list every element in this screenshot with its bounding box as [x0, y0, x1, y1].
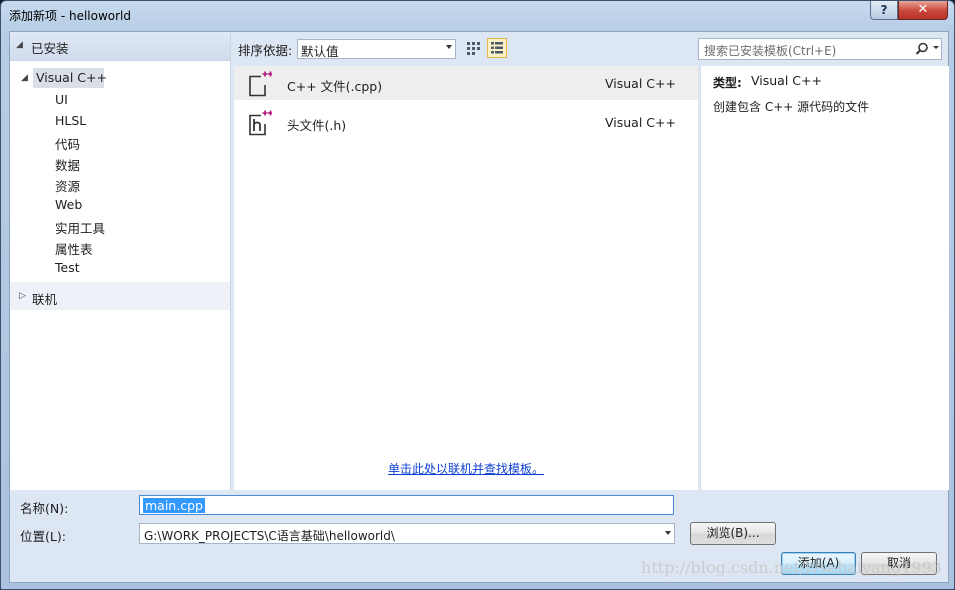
location-label: 位置(L):	[20, 529, 66, 544]
sort-value: 默认值	[301, 44, 339, 59]
template-language: Visual C++	[605, 115, 676, 130]
type-label: 类型:	[713, 76, 742, 90]
list-item[interactable]: C++ 文件(.cpp) Visual C++	[234, 66, 698, 100]
installed-header[interactable]: ◢ 已安装	[10, 32, 230, 61]
name-label: 名称(N):	[20, 501, 69, 516]
template-details: 类型: Visual C++ 创建包含 C++ 源代码的文件	[700, 66, 949, 490]
location-dropdown[interactable]: G:\WORK_PROJECTS\C语言基础\helloworld\	[139, 523, 675, 544]
tree-item-ui[interactable]: UI	[55, 92, 68, 107]
template-name: 头文件(.h)	[287, 118, 347, 133]
tree-item-test[interactable]: Test	[55, 260, 80, 275]
help-button[interactable]: ?	[870, 1, 898, 20]
chevron-down-icon[interactable]	[665, 531, 671, 535]
search-placeholder: 搜索已安装模板(Ctrl+E)	[704, 44, 837, 58]
template-language: Visual C++	[605, 76, 676, 91]
tree-item-code[interactable]: 代码	[55, 134, 80, 153]
installed-label: 已安装	[31, 41, 69, 56]
find-templates-online-link[interactable]: 单击此处以联机并查找模板。	[388, 460, 544, 477]
list-item[interactable]: 头文件(.h) Visual C++	[234, 105, 698, 139]
grid-view-icon	[467, 42, 480, 55]
sort-label: 排序依据:	[238, 43, 293, 58]
tree-item-property-sheets[interactable]: 属性表	[55, 239, 93, 258]
chevron-down-icon	[446, 45, 452, 49]
template-toolbar: 排序依据: 默认值 搜索已安装模板(Ctrl+E)	[231, 32, 948, 66]
sort-dropdown[interactable]: 默认值	[297, 39, 456, 59]
cpp-file-icon	[249, 71, 272, 97]
tree-item-resources[interactable]: 资源	[55, 176, 80, 195]
browse-button[interactable]: 浏览(B)...	[690, 522, 776, 545]
location-value: G:\WORK_PROJECTS\C语言基础\helloworld\	[144, 529, 395, 543]
type-value: Visual C++	[751, 73, 822, 88]
list-view-icon	[491, 42, 503, 54]
template-description: 创建包含 C++ 源代码的文件	[713, 100, 870, 114]
online-label: 联机	[32, 292, 58, 307]
add-new-item-dialog: 添加新项 - helloworld ? ✕ ◢ 已安装 ◢ Visual C++…	[0, 0, 955, 590]
dialog-title: 添加新项 - helloworld	[9, 9, 131, 23]
name-field[interactable]: main.cpp	[139, 495, 674, 515]
expand-arrow-icon[interactable]: ▷	[19, 291, 26, 301]
tree-item-utility[interactable]: 实用工具	[55, 218, 105, 237]
template-list: C++ 文件(.cpp) Visual C++ 头文件(.h) Visual C…	[234, 66, 698, 490]
tree-item-visual-cpp[interactable]: Visual C++	[36, 70, 107, 85]
header-file-icon	[249, 110, 272, 136]
collapse-arrow-icon[interactable]: ◢	[16, 40, 23, 50]
list-view-button[interactable]	[487, 38, 507, 58]
category-tree: ◢ 已安装 ◢ Visual C++ UI HLSL 代码 数据 资源 Web …	[10, 32, 231, 490]
dialog-body: ◢ 已安装 ◢ Visual C++ UI HLSL 代码 数据 资源 Web …	[9, 31, 949, 583]
chevron-down-icon[interactable]	[933, 46, 939, 49]
search-icon[interactable]	[915, 42, 929, 56]
watermark: http://blog.csdn.net/lvsehaiyang1993	[641, 558, 942, 577]
collapse-arrow-icon[interactable]: ◢	[21, 73, 28, 83]
title-bar[interactable]: 添加新项 - helloworld ? ✕	[1, 1, 954, 29]
tree-item-hlsl[interactable]: HLSL	[55, 113, 86, 128]
tree-item-web[interactable]: Web	[55, 197, 82, 212]
tree-item-data[interactable]: 数据	[55, 155, 80, 174]
search-input[interactable]: 搜索已安装模板(Ctrl+E)	[698, 38, 942, 60]
grid-view-button[interactable]	[463, 38, 483, 58]
close-button[interactable]: ✕	[898, 1, 948, 20]
template-name: C++ 文件(.cpp)	[287, 79, 383, 94]
online-node[interactable]: ▷ 联机	[10, 282, 230, 310]
name-value: main.cpp	[143, 498, 205, 513]
